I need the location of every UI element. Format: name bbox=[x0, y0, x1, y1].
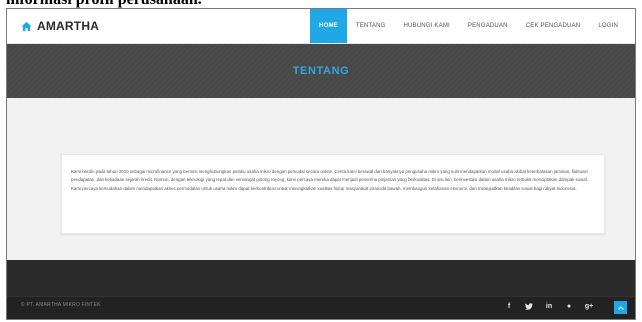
browser-viewport: AMARTHA HOME TENTANG HUBUNGI KAMI PENGAD… bbox=[6, 8, 636, 320]
social-links: f in ● g+ bbox=[499, 300, 599, 312]
page-title-banner: TENTANG bbox=[7, 44, 635, 98]
document-caption: informasi profil perusahaan. bbox=[0, 0, 642, 8]
facebook-icon[interactable]: f bbox=[499, 300, 519, 312]
caption-text: informasi profil perusahaan. bbox=[6, 0, 202, 8]
main-nav: HOME TENTANG HUBUNGI KAMI PENGADUAN CEK … bbox=[310, 9, 627, 43]
dribbble-icon[interactable]: ● bbox=[559, 300, 579, 312]
nav-item-hubungi-kami[interactable]: HUBUNGI KAMI bbox=[394, 9, 458, 43]
navbar: AMARTHA HOME TENTANG HUBUNGI KAMI PENGAD… bbox=[7, 9, 635, 44]
copyright-text: © PT. AMARTHA MIKRO FINTEK bbox=[21, 302, 101, 308]
home-icon bbox=[21, 21, 32, 31]
nav-item-tentang[interactable]: TENTANG bbox=[347, 9, 395, 43]
nav-item-cek-pengaduan[interactable]: CEK PENGADUAN bbox=[517, 9, 590, 43]
brand-logo[interactable]: AMARTHA bbox=[21, 18, 99, 34]
linkedin-icon[interactable]: in bbox=[539, 300, 559, 312]
nav-item-pengaduan[interactable]: PENGADUAN bbox=[459, 9, 517, 43]
about-text: Kami berdiri pada tahun 2010 sebagai mic… bbox=[71, 169, 588, 191]
chevron-up-icon bbox=[617, 305, 624, 310]
page-title: TENTANG bbox=[292, 65, 350, 77]
nav-item-home[interactable]: HOME bbox=[310, 9, 347, 43]
back-to-top-button[interactable] bbox=[614, 301, 627, 314]
twitter-icon[interactable] bbox=[519, 300, 539, 312]
about-card: Kami berdiri pada tahun 2010 sebagai mic… bbox=[61, 154, 605, 234]
main-content: Kami berdiri pada tahun 2010 sebagai mic… bbox=[7, 98, 635, 260]
footer-top bbox=[7, 260, 635, 296]
footer: © PT. AMARTHA MIKRO FINTEK f in ● g+ bbox=[7, 296, 635, 319]
brand-name: AMARTHA bbox=[37, 19, 100, 33]
google-plus-icon[interactable]: g+ bbox=[579, 300, 599, 312]
nav-item-login[interactable]: LOGIN bbox=[589, 9, 627, 43]
